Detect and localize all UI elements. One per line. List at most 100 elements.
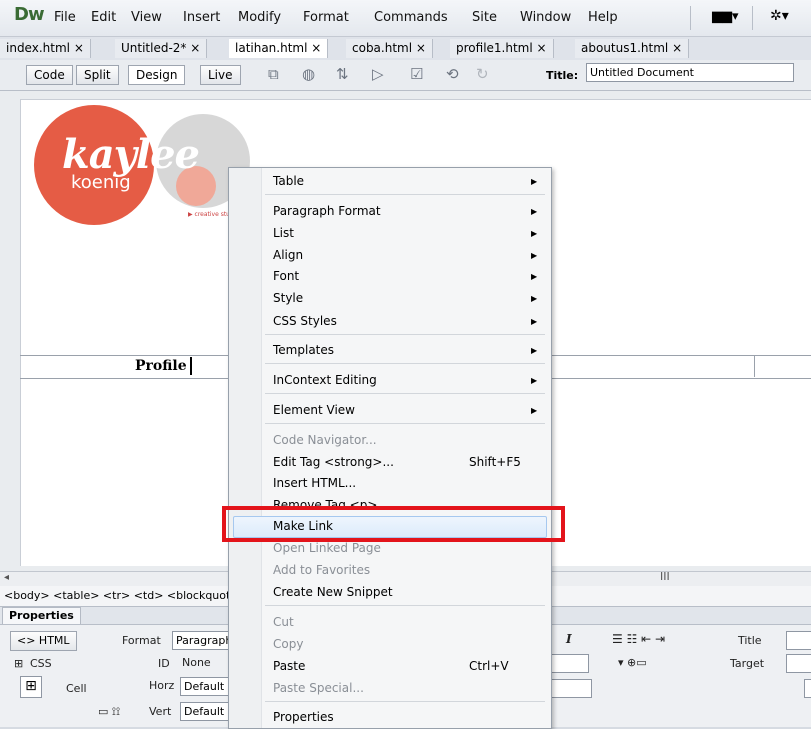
submenu-arrow-icon: ▶: [531, 251, 538, 260]
multiscreen-icon[interactable]: ⧉: [268, 65, 279, 83]
refresh-icon[interactable]: ↻: [476, 65, 489, 83]
link-input[interactable]: [552, 654, 589, 673]
menu-item-create-new-snippet[interactable]: Create New Snippet: [273, 583, 393, 601]
menu-item-code-navigator[interactable]: Code Navigator...: [273, 431, 377, 449]
menu-item-properties[interactable]: Properties: [273, 708, 334, 726]
menu-item-cut[interactable]: Cut: [273, 613, 294, 631]
italic-icon[interactable]: I: [566, 632, 572, 646]
submenu-arrow-icon: ▶: [531, 177, 538, 186]
menu-item-paste-special[interactable]: Paste Special...: [273, 679, 364, 697]
tab-label: coba.html: [352, 41, 413, 55]
vert-select[interactable]: Default: [180, 702, 230, 721]
check-browser-icon[interactable]: ⟲: [446, 65, 459, 83]
title-label: Title:: [546, 69, 579, 82]
width-input[interactable]: [545, 679, 592, 698]
visual-aids-icon[interactable]: ▷: [372, 65, 384, 83]
id-select[interactable]: None: [182, 656, 211, 669]
live-view-button[interactable]: Live: [200, 65, 241, 85]
menu-item-paragraph-format[interactable]: Paragraph Format: [273, 202, 381, 220]
profile-heading[interactable]: Profile: [135, 358, 187, 374]
menu-separator: [690, 6, 691, 30]
menu-insert[interactable]: Insert: [183, 10, 220, 25]
target-input[interactable]: [786, 654, 811, 673]
title-prop-input[interactable]: [786, 631, 811, 650]
menu-help[interactable]: Help: [588, 10, 618, 25]
link-icons[interactable]: ▾ ⊕▭: [618, 656, 647, 669]
menu-item-insert-html[interactable]: Insert HTML...: [273, 474, 356, 492]
gear-icon[interactable]: ✲▾: [770, 8, 789, 24]
css-table-icon: ⊞: [14, 657, 24, 670]
menu-file[interactable]: File: [54, 10, 76, 25]
menu-item-style[interactable]: Style: [273, 289, 303, 307]
close-icon[interactable]: ×: [190, 41, 200, 55]
menu-item-incontext-editing[interactable]: InContext Editing: [273, 371, 377, 389]
list-icons[interactable]: ☰ ☷ ⇤ ⇥: [612, 632, 665, 646]
properties-tab[interactable]: Properties: [2, 607, 81, 624]
context-menu: Table ▶ Paragraph Format ▶ List ▶ Align …: [228, 167, 552, 729]
menu-item-font[interactable]: Font: [273, 267, 299, 285]
html-mode-button[interactable]: <> HTML: [10, 631, 77, 651]
menu-edit[interactable]: Edit: [91, 10, 116, 25]
css-mode-button[interactable]: CSS: [30, 657, 52, 670]
shortcut-paste: Ctrl+V: [469, 659, 509, 673]
validate-icon[interactable]: ☑: [410, 65, 423, 83]
menu-item-align[interactable]: Align: [273, 246, 303, 264]
table-cell[interactable]: [20, 356, 231, 377]
menu-separator: [265, 423, 545, 424]
menu-separator: [265, 363, 545, 364]
menu-modify[interactable]: Modify: [238, 10, 281, 25]
menu-format[interactable]: Format: [303, 10, 349, 25]
submenu-arrow-icon: ▶: [531, 229, 538, 238]
menu-item-list[interactable]: List: [273, 224, 294, 242]
preview-browser-icon[interactable]: ◍: [302, 65, 315, 83]
shortcut-edit-tag: Shift+F5: [469, 455, 521, 469]
close-icon[interactable]: ×: [537, 41, 547, 55]
tab-aboutus1-html[interactable]: aboutus1.html ×: [575, 39, 690, 58]
layout-icon[interactable]: ▆▆▾: [712, 9, 739, 24]
menu-separator: [265, 334, 545, 335]
close-icon[interactable]: ×: [672, 41, 682, 55]
document-toolbar: Code Split Design Live ⧉ ◍ ⇅ ▷ ☑ ⟲ ↻ Tit…: [0, 60, 811, 91]
menu-item-templates[interactable]: Templates: [273, 341, 334, 359]
menu-commands[interactable]: Commands: [374, 10, 448, 25]
menu-site[interactable]: Site: [472, 10, 497, 25]
scroll-left-icon[interactable]: ◂: [4, 572, 9, 583]
menu-view[interactable]: View: [131, 10, 162, 25]
menu-item-add-to-favorites[interactable]: Add to Favorites: [273, 561, 370, 579]
tab-coba-html[interactable]: coba.html ×: [346, 39, 433, 58]
merge-cells-icon[interactable]: ▭ ⟟⟟: [98, 705, 120, 719]
menu-gutter: [229, 168, 262, 728]
menu-item-table[interactable]: Table: [273, 172, 304, 190]
menu-item-edit-tag[interactable]: Edit Tag <strong>...: [273, 453, 394, 471]
horz-select[interactable]: Default: [180, 677, 230, 696]
bg-input[interactable]: [804, 679, 811, 698]
target-label: Target: [730, 657, 765, 670]
submenu-arrow-icon: ▶: [531, 317, 538, 326]
document-title-input[interactable]: Untitled Document: [586, 63, 794, 82]
menu-item-css-styles[interactable]: CSS Styles: [273, 312, 337, 330]
close-icon[interactable]: ×: [74, 41, 84, 55]
menu-window[interactable]: Window: [520, 10, 571, 25]
submenu-arrow-icon: ▶: [531, 207, 538, 216]
split-view-button[interactable]: Split: [76, 65, 119, 85]
menu-item-paste[interactable]: Paste: [273, 657, 305, 675]
tab-profile1-html[interactable]: profile1.html ×: [450, 39, 554, 58]
tab-index-html[interactable]: index.html ×: [0, 39, 91, 58]
design-view-button[interactable]: Design: [128, 65, 186, 85]
submenu-arrow-icon: ▶: [531, 376, 538, 385]
code-view-button[interactable]: Code: [26, 65, 73, 85]
tab-latihan-html[interactable]: latihan.html ×: [229, 39, 329, 58]
menu-item-element-view[interactable]: Element View: [273, 401, 355, 419]
format-select[interactable]: Paragraph: [172, 631, 230, 650]
close-icon[interactable]: ×: [416, 41, 426, 55]
close-icon[interactable]: ×: [311, 41, 321, 55]
menu-item-copy[interactable]: Copy: [273, 635, 303, 653]
submenu-arrow-icon: ▶: [531, 346, 538, 355]
file-management-icon[interactable]: ⇅: [336, 65, 349, 83]
menu-separator: [752, 6, 753, 30]
tab-label: latihan.html: [235, 41, 308, 55]
scroll-grip-icon[interactable]: III: [660, 570, 670, 583]
dreamweaver-logo: Dw: [14, 4, 45, 25]
tab-untitled-2[interactable]: Untitled-2* ×: [115, 39, 208, 58]
id-label: ID: [158, 657, 170, 670]
